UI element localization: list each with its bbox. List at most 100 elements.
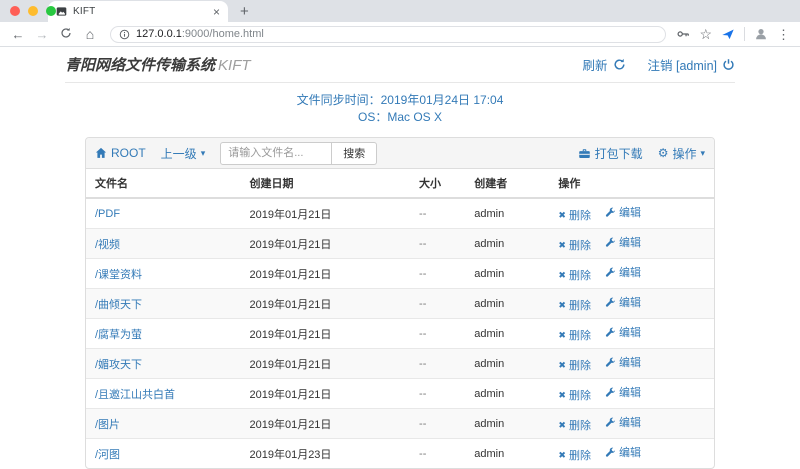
search-input[interactable] — [220, 142, 332, 165]
tab-title: KIFT — [73, 6, 213, 17]
page-content: 青阳网络文件传输系统KIFT 刷新 注销 [admin] 文件同步时间：2019… — [0, 54, 800, 469]
page-title-cn: 青阳网络文件传输系统 — [65, 57, 215, 74]
row-creator: admin — [465, 439, 549, 469]
file-toolbar: ROOT 上一级 ▾ 搜索 打包下载 ⚙ 操作 ▾ — [86, 138, 714, 169]
file-table-body: /PDF 2019年01月21日 -- admin ✖删除 编辑 /视频 201… — [86, 198, 714, 468]
file-link[interactable]: /课堂资料 — [95, 269, 142, 281]
delete-x-icon: ✖ — [558, 331, 566, 340]
row-creator: admin — [465, 379, 549, 409]
delete-button[interactable]: ✖删除 — [558, 387, 591, 403]
delete-button[interactable]: ✖删除 — [558, 237, 591, 253]
sync-time-line: 文件同步时间：2019年01月24日 17:04 — [0, 92, 800, 109]
delete-x-icon: ✖ — [558, 361, 566, 370]
traffic-lights — [10, 6, 56, 16]
wrench-icon — [605, 357, 616, 368]
wrench-icon — [605, 417, 616, 428]
edit-button[interactable]: 编辑 — [605, 444, 641, 460]
zoom-window-button[interactable] — [46, 6, 56, 16]
file-link[interactable]: /视频 — [95, 239, 120, 251]
table-row: /视频 2019年01月21日 -- admin ✖删除 编辑 — [86, 229, 714, 259]
refresh-icon — [613, 58, 626, 71]
wrench-icon — [605, 267, 616, 278]
table-row: /腐草为萤 2019年01月21日 -- admin ✖删除 编辑 — [86, 319, 714, 349]
new-tab-button[interactable]: + — [240, 4, 249, 19]
file-link[interactable]: /且邀江山共白首 — [95, 389, 175, 401]
actions-menu-button[interactable]: ⚙ 操作 ▾ — [658, 145, 705, 162]
file-link[interactable]: /PDF — [95, 208, 120, 220]
delete-button[interactable]: ✖删除 — [558, 447, 591, 463]
file-link[interactable]: /河图 — [95, 449, 120, 461]
profile-avatar-icon[interactable] — [754, 27, 768, 41]
edit-button[interactable]: 编辑 — [605, 294, 641, 310]
reload-icon[interactable] — [56, 27, 76, 41]
row-size: -- — [410, 259, 465, 289]
table-row: /且邀江山共白首 2019年01月21日 -- admin ✖删除 编辑 — [86, 379, 714, 409]
table-header-row: 文件名 创建日期 大小 创建者 操作 — [86, 169, 714, 198]
bookmark-star-icon[interactable]: ☆ — [699, 27, 712, 41]
toolbar-right: ☆ ⋮ — [676, 27, 792, 41]
delete-button[interactable]: ✖删除 — [558, 207, 591, 223]
delete-x-icon: ✖ — [558, 271, 566, 280]
row-creator: admin — [465, 409, 549, 439]
search-button[interactable]: 搜索 — [332, 142, 377, 165]
home-icon[interactable]: ⌂ — [80, 27, 100, 41]
delete-x-icon: ✖ — [558, 421, 566, 430]
browser-window: KIFT × + ← → ⌂ 127.0.0.1:9000/home.html … — [0, 0, 800, 47]
edit-button[interactable]: 编辑 — [605, 324, 641, 340]
file-link[interactable]: /媚攻天下 — [95, 359, 142, 371]
edit-button[interactable]: 编辑 — [605, 414, 641, 430]
delete-button[interactable]: ✖删除 — [558, 357, 591, 373]
delete-x-icon: ✖ — [558, 451, 566, 460]
page-info-icon[interactable] — [119, 29, 130, 40]
row-creator: admin — [465, 289, 549, 319]
up-level-button[interactable]: 上一级 ▾ — [161, 145, 206, 162]
col-header-ops: 操作 — [549, 169, 714, 198]
close-window-button[interactable] — [10, 6, 20, 16]
wrench-icon — [605, 387, 616, 398]
row-creator: admin — [465, 319, 549, 349]
minimize-window-button[interactable] — [28, 6, 38, 16]
edit-button[interactable]: 编辑 — [605, 354, 641, 370]
row-size: -- — [410, 349, 465, 379]
file-link[interactable]: /图片 — [95, 419, 120, 431]
row-date: 2019年01月21日 — [240, 409, 410, 439]
back-icon[interactable]: ← — [8, 28, 28, 41]
search-group: 搜索 — [220, 142, 377, 165]
row-size: -- — [410, 409, 465, 439]
root-button[interactable]: ROOT — [95, 146, 146, 160]
forward-icon[interactable]: → — [32, 28, 52, 41]
url-text: 127.0.0.1:9000/home.html — [136, 28, 264, 40]
password-key-icon[interactable] — [676, 27, 690, 41]
delete-x-icon: ✖ — [558, 391, 566, 400]
browser-menu-icon[interactable]: ⋮ — [777, 28, 790, 41]
table-row: /河图 2019年01月23日 -- admin ✖删除 编辑 — [86, 439, 714, 469]
file-link[interactable]: /腐草为萤 — [95, 329, 142, 341]
row-date: 2019年01月21日 — [240, 259, 410, 289]
delete-button[interactable]: ✖删除 — [558, 327, 591, 343]
col-header-size: 大小 — [410, 169, 465, 198]
address-bar[interactable]: 127.0.0.1:9000/home.html — [110, 26, 666, 43]
tab-close-icon[interactable]: × — [213, 6, 220, 18]
browser-tab[interactable]: KIFT × — [48, 1, 228, 22]
table-row: /图片 2019年01月21日 -- admin ✖删除 编辑 — [86, 409, 714, 439]
delete-button[interactable]: ✖删除 — [558, 267, 591, 283]
delete-button[interactable]: ✖删除 — [558, 417, 591, 433]
refresh-button[interactable]: 刷新 — [583, 55, 626, 74]
file-link[interactable]: /曲倾天下 — [95, 299, 142, 311]
wrench-icon — [605, 447, 616, 458]
row-creator: admin — [465, 259, 549, 289]
edit-button[interactable]: 编辑 — [605, 264, 641, 280]
wrench-icon — [605, 327, 616, 338]
edit-button[interactable]: 编辑 — [605, 384, 641, 400]
logout-button[interactable]: 注销 [admin] — [648, 55, 735, 74]
edit-button[interactable]: 编辑 — [605, 234, 641, 250]
home-folder-icon — [95, 147, 107, 159]
page-title: 青阳网络文件传输系统KIFT — [65, 54, 251, 75]
delete-button[interactable]: ✖删除 — [558, 297, 591, 313]
extension-icon[interactable] — [721, 27, 735, 41]
package-download-button[interactable]: 打包下载 — [578, 145, 643, 162]
file-panel: ROOT 上一级 ▾ 搜索 打包下载 ⚙ 操作 ▾ — [85, 137, 715, 469]
row-date: 2019年01月21日 — [240, 379, 410, 409]
edit-button[interactable]: 编辑 — [605, 204, 641, 220]
row-creator: admin — [465, 229, 549, 259]
